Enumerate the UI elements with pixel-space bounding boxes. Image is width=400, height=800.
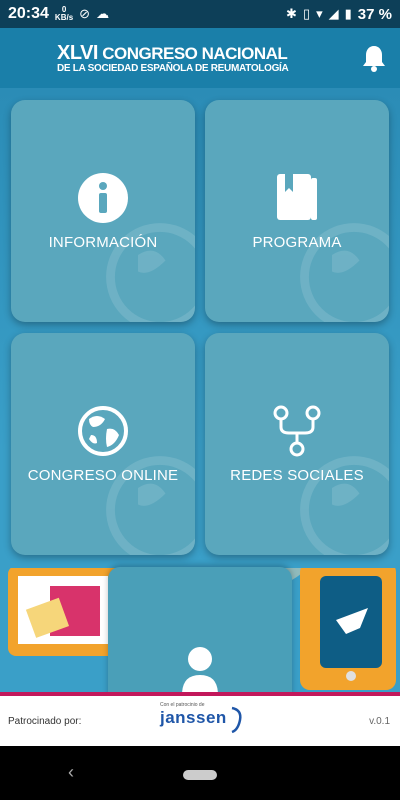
battery-percent: 37 % [357,5,392,23]
janssen-mark-icon [231,706,242,734]
bell-icon[interactable] [362,44,386,72]
cloud-icon: ☁ [96,6,110,21]
tile-congreso-online[interactable]: CONGRESO ONLINE [11,333,195,555]
sponsor-name: janssen [160,708,227,727]
status-time: 20:34 [8,5,49,22]
tile-redes-sociales[interactable]: REDES SOCIALES [205,333,389,555]
janssen-logo: Con el patrocinio de janssen [160,702,242,742]
status-icons: ✱ ▯ ▾ ◢ ▮ 37 % [286,6,392,23]
sponsor-footer: Patrocinado por: Con el patrocinio de ja… [0,692,400,746]
globe-watermark-icon [106,456,195,555]
globe-watermark-icon [300,456,389,555]
info-icon [78,172,128,223]
book-icon [277,173,317,220]
back-icon[interactable]: ‹ [68,762,74,783]
tile-informacion[interactable]: INFORMACIÓN [11,100,195,322]
main-content: INFORMACIÓN PROGRAMA CONGRESO ONLINE RED… [0,88,400,692]
logo-subtitle: DE LA SOCIEDAD ESPAÑOLA DE REUMATOLOGÍA [57,63,289,74]
tile-programa[interactable]: PROGRAMA [205,100,389,322]
vibrate-icon: ▯ [302,6,311,21]
user-icon [182,647,218,692]
congress-logo: XLVI CONGRESO NACIONAL DE LA SOCIEDAD ES… [57,42,289,74]
globe-icon [78,405,128,456]
dnd-icon: ⊘ [79,6,91,21]
signal-icon: ◢ [328,6,339,21]
tile-profile[interactable] [108,567,292,692]
logo-edition: XLVI [57,42,98,64]
app-header: XLVI CONGRESO NACIONAL DE LA SOCIEDAD ES… [0,28,400,88]
status-bar: 20:34 0 KB/s ⊘ ☁ ✱ ▯ ▾ ◢ ▮ 37 % [0,0,400,28]
home-pill[interactable] [183,770,217,780]
app-version: v.0.1 [369,716,390,727]
system-nav-bar: ‹ [0,746,400,800]
globe-watermark-icon [106,223,195,322]
bluetooth-icon: ✱ [286,6,297,21]
wifi-icon: ▾ [316,6,323,21]
logo-title: CONGRESO NACIONAL [102,44,288,63]
globe-watermark-icon [300,223,389,322]
data-rate: 0 KB/s [54,5,74,22]
sponsored-by-label: Patrocinado por: [8,715,82,727]
battery-icon: ▮ [344,6,352,21]
share-network-icon [273,405,321,456]
